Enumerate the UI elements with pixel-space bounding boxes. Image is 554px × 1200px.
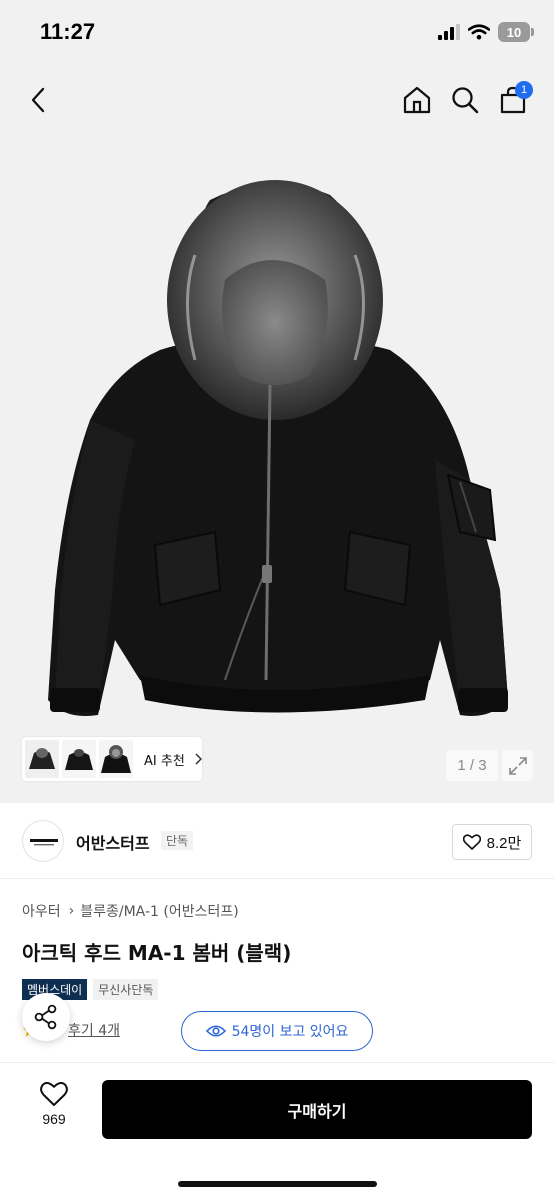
- review-count-link[interactable]: 후기 4개: [68, 1020, 120, 1040]
- wifi-icon: [468, 24, 490, 40]
- home-icon: [403, 86, 431, 114]
- expand-icon: [508, 756, 527, 775]
- heart-icon: [462, 834, 481, 850]
- brand-row: 어반스터프 단독 8.2만: [0, 803, 554, 879]
- cart-button[interactable]: 1: [493, 80, 533, 120]
- thumbnail-2[interactable]: [62, 740, 96, 778]
- thumbnail-1[interactable]: [25, 740, 59, 778]
- battery-indicator: 10: [498, 22, 534, 42]
- share-button[interactable]: [22, 993, 70, 1041]
- brand-like-button[interactable]: 8.2만: [452, 824, 532, 860]
- search-icon: [452, 87, 479, 114]
- product-image: [48, 180, 508, 716]
- wishlist-count: 969: [42, 1111, 66, 1127]
- eye-icon: [205, 1025, 226, 1037]
- wishlist-button[interactable]: 969: [28, 1081, 80, 1143]
- brand-like-count: 8.2만: [486, 834, 522, 852]
- status-indicators: 10: [438, 22, 534, 42]
- live-viewers-text: 54명이 보고 있어요: [231, 1024, 349, 1040]
- thumbnail-3[interactable]: [99, 740, 133, 778]
- brand-name[interactable]: 어반스터프: [76, 830, 150, 854]
- brand-logo-image: [30, 839, 58, 846]
- status-time: 11:27: [40, 19, 96, 44]
- product-title: 아크틱 후드 MA-1 봄버 (블랙): [22, 941, 292, 965]
- brand-logo[interactable]: [22, 820, 64, 862]
- battery-level: 10: [506, 24, 522, 40]
- back-button[interactable]: [18, 80, 58, 120]
- live-viewers-pill[interactable]: 54명이 보고 있어요: [181, 1011, 373, 1051]
- product-gallery[interactable]: 11:27 10 1 AI 추천 1 / 3: [0, 0, 554, 803]
- ai-recommend-strip[interactable]: AI 추천: [22, 737, 202, 781]
- expand-image-button[interactable]: [502, 750, 533, 781]
- breadcrumb: 아우터 › 블루종/MA-1 (어반스터프): [22, 901, 239, 921]
- back-arrow-icon: [31, 87, 45, 113]
- cart-count-badge: 1: [515, 81, 533, 99]
- brand-exclusive-tag: 단독: [161, 831, 194, 850]
- home-button[interactable]: [397, 80, 437, 120]
- exclusive-badge: 무신사단독: [93, 979, 159, 1000]
- chevron-right-icon: [194, 753, 202, 765]
- share-icon: [34, 1004, 57, 1030]
- buy-button[interactable]: 구매하기: [102, 1080, 532, 1139]
- ai-recommend-label: AI 추천: [144, 753, 185, 769]
- image-page-counter: 1 / 3: [446, 750, 498, 781]
- cellular-signal-icon: [438, 24, 460, 40]
- breadcrumb-category[interactable]: 아우터: [22, 901, 61, 921]
- top-nav: 1: [0, 66, 554, 134]
- chevron-right-icon: ›: [68, 903, 75, 919]
- search-button[interactable]: [445, 80, 485, 120]
- bottom-action-bar: 969 구매하기: [0, 1062, 554, 1200]
- home-indicator[interactable]: [178, 1181, 377, 1187]
- breadcrumb-subcategory[interactable]: 블루종/MA-1 (어반스터프): [80, 901, 238, 921]
- status-bar: 11:27 10: [0, 0, 554, 66]
- heart-icon: [40, 1082, 68, 1106]
